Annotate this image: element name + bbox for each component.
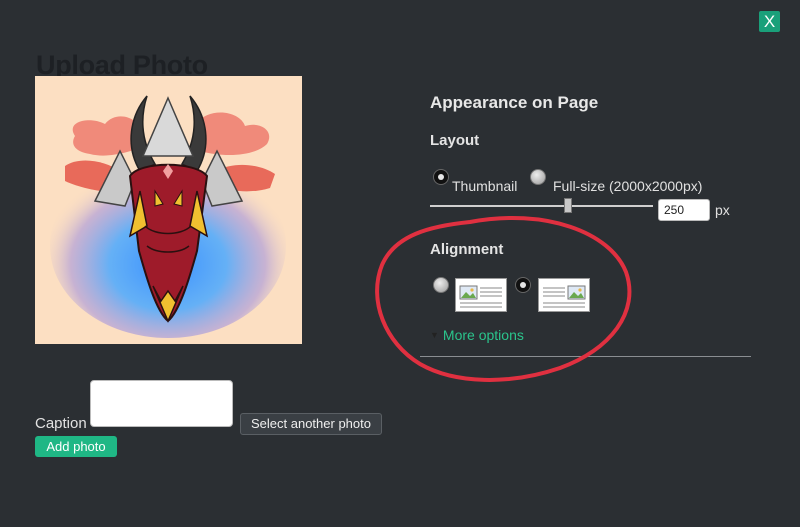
thumbnail-radio[interactable] [433, 169, 449, 185]
full-size-label: Full-size (2000x2000px) [553, 178, 703, 194]
size-slider-handle[interactable] [564, 198, 572, 213]
photo-preview [35, 76, 302, 344]
layout-heading: Layout [430, 132, 480, 149]
section-divider [420, 356, 751, 357]
dragon-illustration [50, 95, 286, 338]
appearance-heading: Appearance on Page [430, 93, 599, 112]
image-right-layout-icon [543, 285, 586, 308]
size-input[interactable] [658, 199, 710, 221]
size-unit-label: px [715, 202, 730, 218]
more-options-toggle[interactable]: ▼ More options [430, 327, 524, 343]
add-photo-button[interactable]: Add photo [35, 436, 117, 457]
align-left-radio[interactable] [433, 277, 449, 293]
thumbnail-label: Thumbnail [452, 178, 518, 194]
caption-input[interactable] [90, 380, 233, 427]
caret-down-icon: ▼ [430, 330, 439, 340]
full-size-radio[interactable] [530, 169, 546, 185]
align-image-right-option[interactable] [538, 278, 590, 312]
image-left-layout-icon [459, 285, 502, 308]
align-right-radio[interactable] [515, 277, 531, 293]
size-slider-track[interactable] [430, 205, 653, 207]
close-button[interactable]: X [759, 11, 780, 32]
alignment-heading: Alignment [430, 241, 504, 258]
more-options-label: More options [442, 327, 524, 343]
align-image-left-option[interactable] [455, 278, 507, 312]
caption-label: Caption [35, 415, 87, 432]
select-another-photo-button[interactable]: Select another photo [240, 413, 382, 435]
